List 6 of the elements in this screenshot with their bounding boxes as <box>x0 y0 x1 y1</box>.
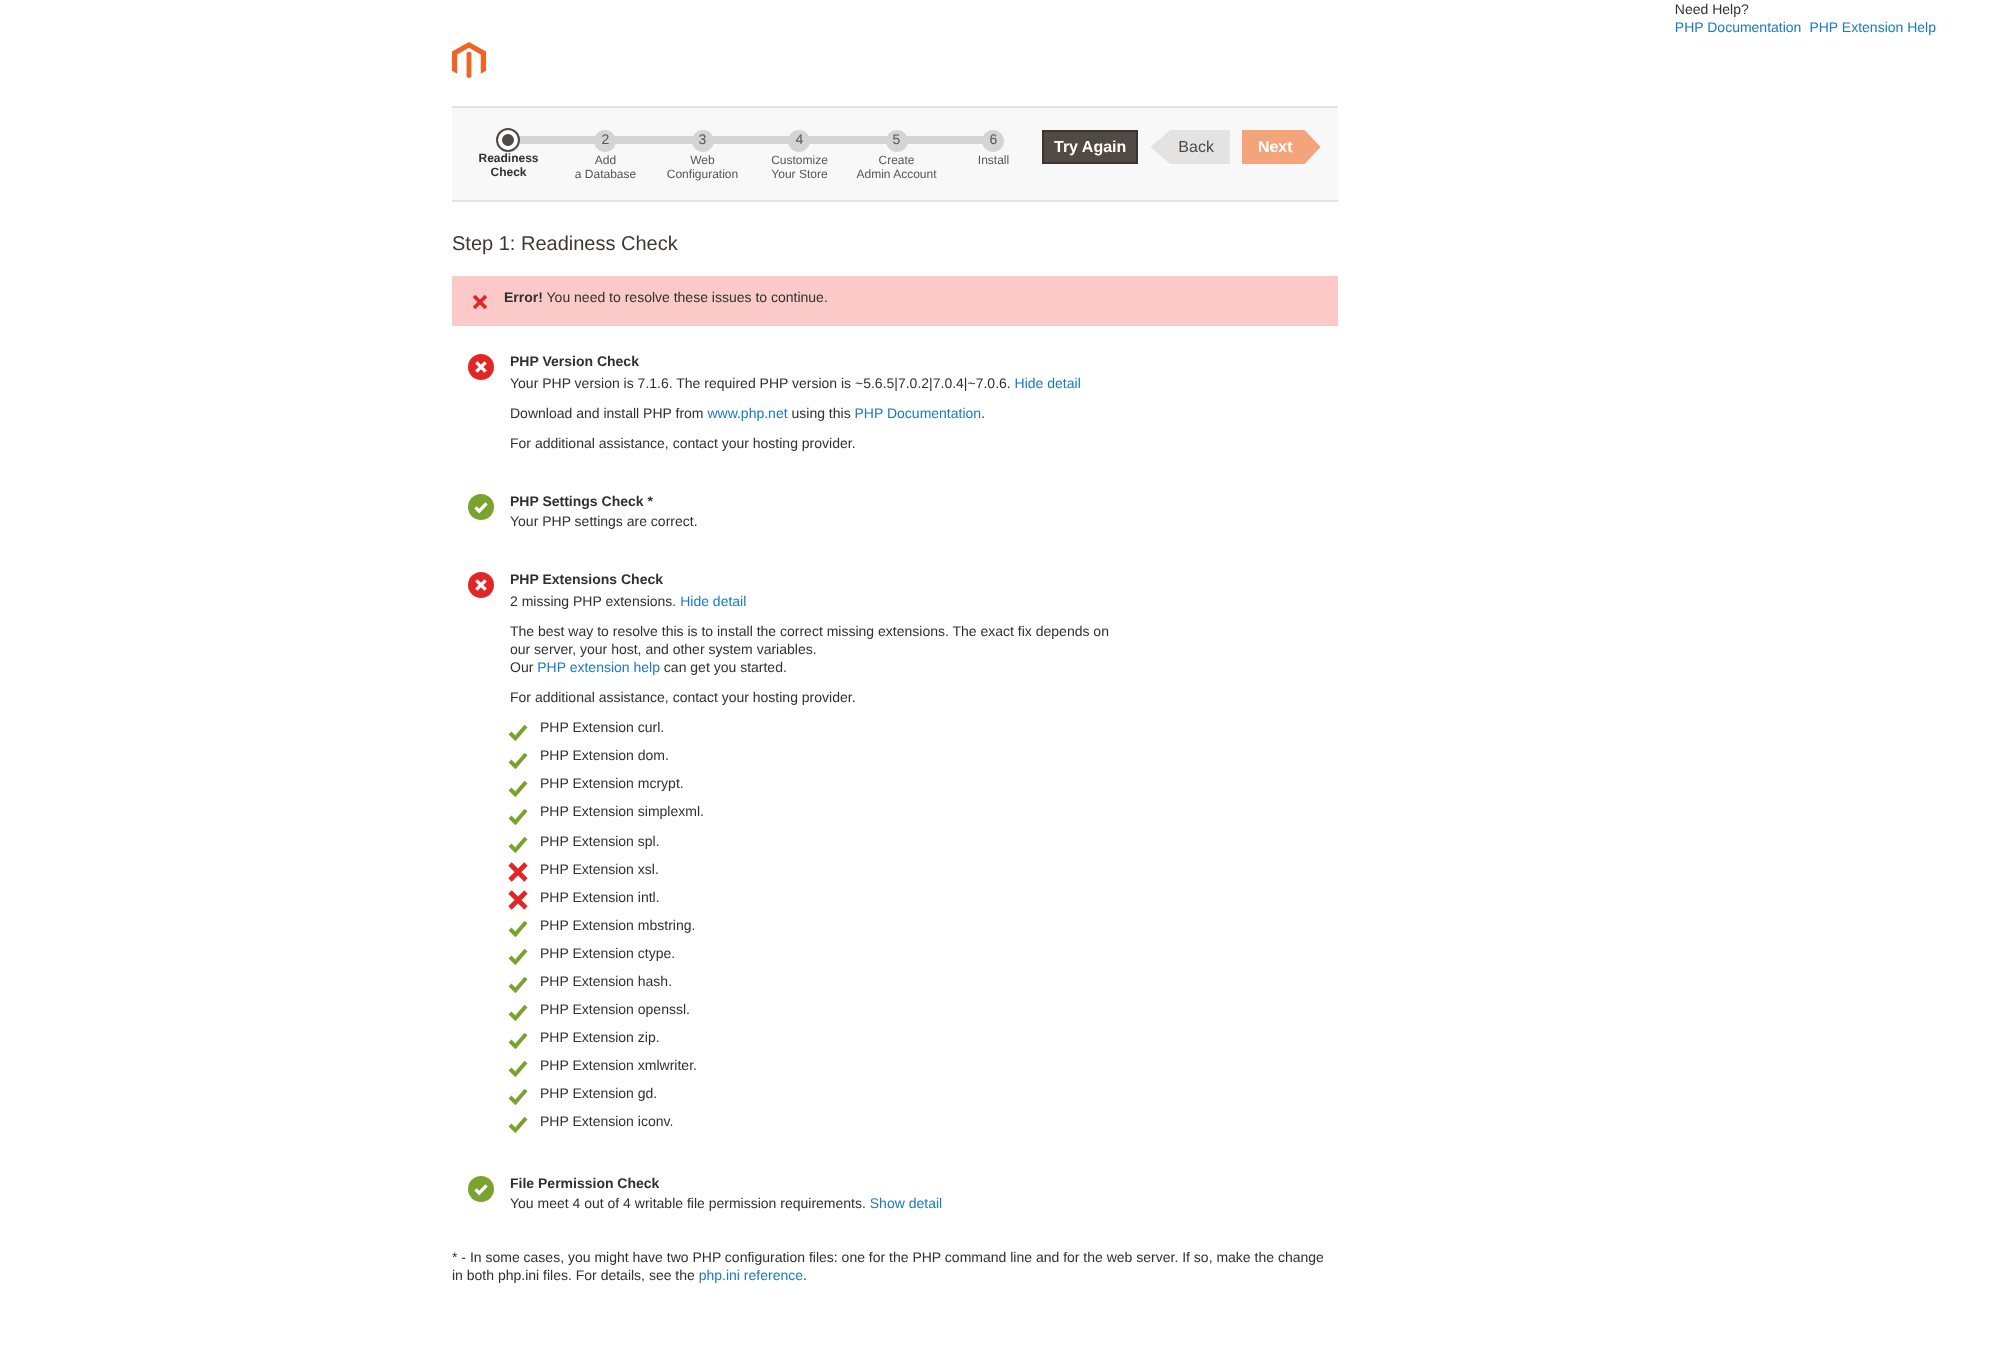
step-marker[interactable] <box>498 130 519 150</box>
step-title: Step 1: Readiness Check <box>452 232 680 260</box>
back-button[interactable]: Back <box>1150 130 1230 164</box>
close-icon <box>472 293 488 309</box>
logo-icon <box>452 42 486 80</box>
try-again-button[interactable]: Try Again <box>1042 130 1139 164</box>
